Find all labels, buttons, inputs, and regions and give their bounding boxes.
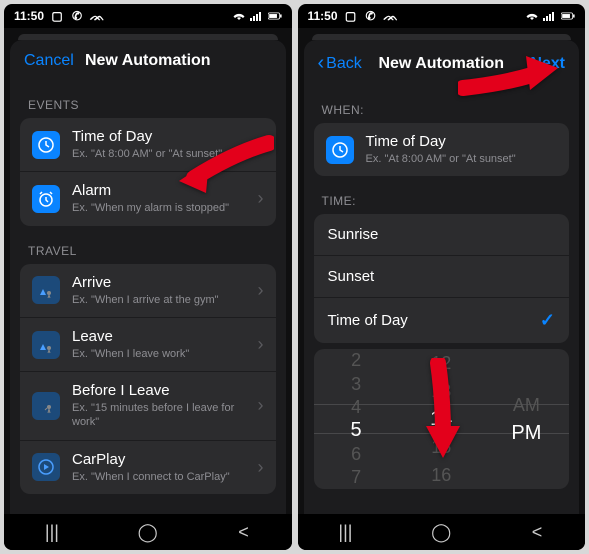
picker-minute-column[interactable]: 12 13 14 15 16	[399, 349, 484, 489]
cell-subtitle: Ex. "When I connect to CarPlay"	[72, 470, 246, 484]
option-sunrise[interactable]: Sunrise	[314, 214, 570, 255]
event-alarm[interactable]: Alarm Ex. "When my alarm is stopped" ›	[20, 172, 276, 225]
home-button[interactable]: ◯	[411, 522, 471, 543]
chevron-left-icon: ‹	[318, 52, 325, 75]
chevron-right-icon: ›	[258, 395, 264, 416]
page-title: New Automation	[84, 52, 212, 70]
status-bar: 11:50 ▢ ✆ ᨏ	[298, 4, 586, 28]
cell-subtitle: Ex. "15 minutes before I leave for work"	[72, 401, 246, 430]
when-time-of-day: Time of Day Ex. "At 8:00 AM" or "At suns…	[314, 123, 570, 176]
page-title: New Automation	[378, 55, 506, 73]
whatsapp-icon: ✆	[70, 9, 84, 23]
recents-button[interactable]: |||	[22, 522, 82, 543]
cell-title: Arrive	[72, 274, 246, 292]
clock-icon	[326, 136, 354, 164]
time-options-list: Sunrise Sunset Time of Day ✓	[304, 214, 580, 343]
phone-left: 11:50 ▢ ✆ ᨏ Cancel New Automation	[4, 4, 292, 550]
weather-icon: ᨏ	[90, 9, 104, 23]
battery-icon	[561, 9, 575, 23]
weather-icon: ᨏ	[384, 9, 398, 23]
status-time: 11:50	[14, 9, 44, 23]
option-sunset[interactable]: Sunset	[314, 256, 570, 297]
clock-icon	[32, 131, 60, 159]
signal-icon	[543, 9, 557, 23]
cell-title: Leave	[72, 328, 246, 346]
travel-list: Arrive Ex. "When I arrive at the gym" › …	[10, 264, 286, 494]
wifi-icon	[525, 9, 539, 23]
back-button[interactable]: <	[214, 522, 274, 543]
time-picker[interactable]: 2 3 4 5 6 7 12 13 14 15 16	[314, 349, 570, 489]
next-button[interactable]: Next	[505, 55, 565, 73]
events-list: Time of Day Ex. "At 8:00 AM" or "At suns…	[10, 118, 286, 226]
travel-arrive[interactable]: Arrive Ex. "When I arrive at the gym" ›	[20, 264, 276, 317]
when-list: Time of Day Ex. "At 8:00 AM" or "At suns…	[304, 123, 580, 176]
cell-subtitle: Ex. "When I leave work"	[72, 347, 246, 361]
picker-ampm-column[interactable]: AM PM	[484, 349, 569, 489]
chevron-right-icon: ›	[258, 457, 264, 478]
leave-icon	[32, 331, 60, 359]
cell-title: CarPlay	[72, 451, 246, 469]
modal-sheet: Cancel New Automation EVENTS Time of Day…	[10, 40, 286, 514]
chevron-right-icon: ›	[258, 334, 264, 355]
chevron-right-icon: ›	[258, 280, 264, 301]
travel-before-leave[interactable]: Before I Leave Ex. "15 minutes before I …	[20, 372, 276, 440]
image-icon: ▢	[344, 9, 358, 23]
home-button[interactable]: ◯	[118, 522, 178, 543]
back-button[interactable]: <	[507, 522, 567, 543]
events-header: EVENTS	[10, 80, 286, 118]
chevron-right-icon: ›	[258, 134, 264, 155]
cell-title: Before I Leave	[72, 382, 246, 400]
status-bar: 11:50 ▢ ✆ ᨏ	[4, 4, 292, 28]
nav-bar: ‹ Back New Automation Next	[304, 40, 580, 85]
picker-minute-selected: 14	[430, 405, 452, 433]
cell-subtitle: Ex. "At 8:00 AM" or "At sunset"	[366, 152, 558, 166]
arrive-icon	[32, 276, 60, 304]
recents-button[interactable]: |||	[315, 522, 375, 543]
picker-ampm-selected: PM	[511, 419, 541, 447]
travel-leave[interactable]: Leave Ex. "When I leave work" ›	[20, 318, 276, 371]
cell-subtitle: Ex. "At 8:00 AM" or "At sunset"	[72, 147, 246, 161]
alarm-icon	[32, 185, 60, 213]
status-time: 11:50	[308, 9, 338, 23]
cell-title: Alarm	[72, 182, 246, 200]
phone-right: 11:50 ▢ ✆ ᨏ ‹ Back New Automa	[298, 4, 586, 550]
cell-title: Time of Day	[72, 128, 246, 146]
cell-subtitle: Ex. "When I arrive at the gym"	[72, 293, 246, 307]
battery-icon	[268, 9, 282, 23]
checkmark-icon: ✓	[540, 310, 555, 331]
option-time-of-day[interactable]: Time of Day ✓	[314, 298, 570, 343]
when-header: WHEN:	[304, 85, 580, 123]
time-header: TIME:	[304, 176, 580, 214]
signal-icon	[250, 9, 264, 23]
modal-sheet: ‹ Back New Automation Next WHEN: Time of…	[304, 40, 580, 514]
event-time-of-day[interactable]: Time of Day Ex. "At 8:00 AM" or "At suns…	[20, 118, 276, 171]
travel-header: TRAVEL	[10, 226, 286, 264]
android-nav-bar: ||| ◯ <	[4, 514, 292, 550]
nav-bar: Cancel New Automation	[10, 40, 286, 80]
before-leave-icon	[32, 392, 60, 420]
chevron-right-icon: ›	[258, 188, 264, 209]
image-icon: ▢	[50, 9, 64, 23]
back-button[interactable]: ‹ Back	[318, 52, 378, 75]
travel-carplay[interactable]: CarPlay Ex. "When I connect to CarPlay" …	[20, 441, 276, 494]
cell-title: Time of Day	[366, 133, 558, 151]
android-nav-bar: ||| ◯ <	[298, 514, 586, 550]
picker-hour-column[interactable]: 2 3 4 5 6 7	[314, 349, 399, 489]
cancel-button[interactable]: Cancel	[24, 52, 84, 70]
cell-subtitle: Ex. "When my alarm is stopped"	[72, 201, 246, 215]
carplay-icon	[32, 453, 60, 481]
wifi-icon	[232, 9, 246, 23]
picker-hour-selected: 5	[351, 419, 362, 442]
whatsapp-icon: ✆	[364, 9, 378, 23]
